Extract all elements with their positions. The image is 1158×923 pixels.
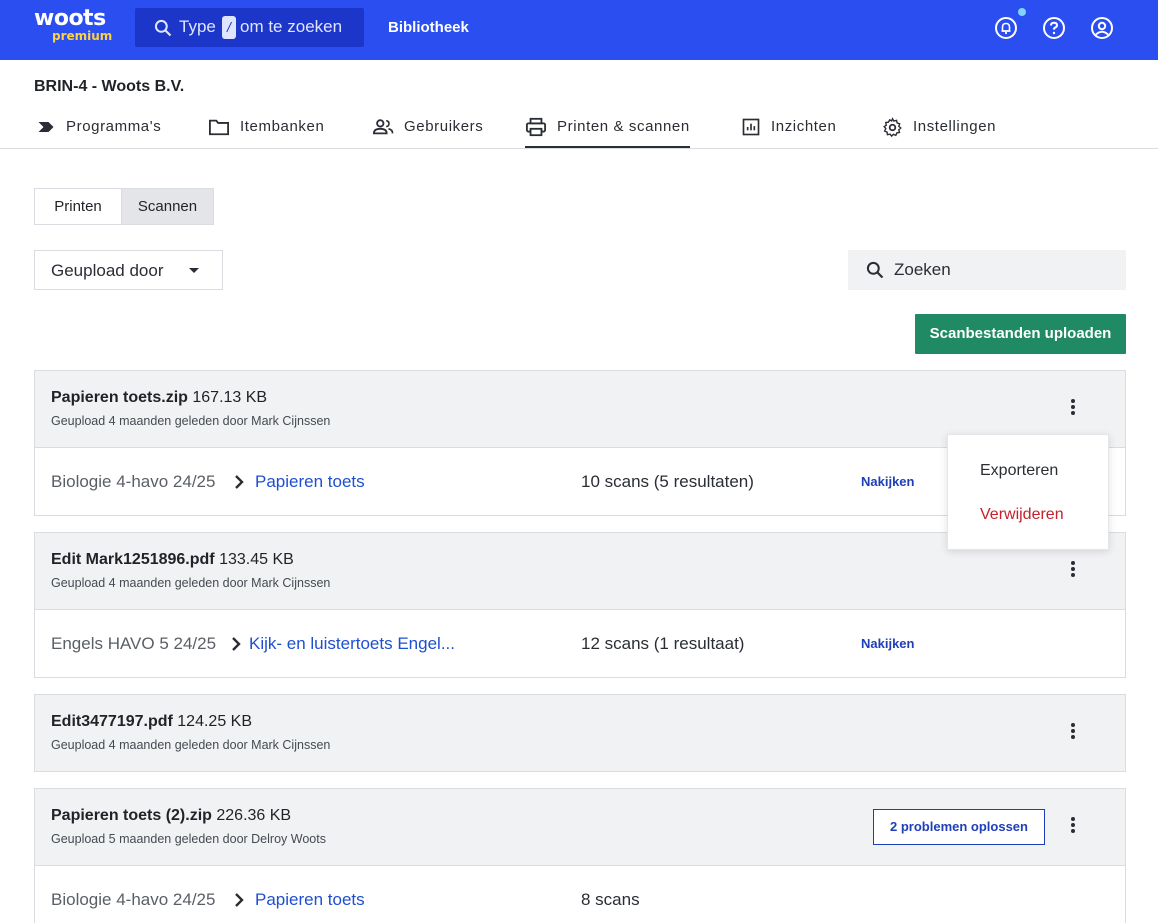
test-link[interactable]: Papieren toets — [255, 472, 365, 492]
file-size: 124.25 KB — [177, 713, 253, 730]
review-link[interactable]: Nakijken — [861, 636, 914, 651]
chart-icon — [742, 118, 760, 136]
tab-printen-scannen[interactable]: Printen & scannen — [525, 117, 690, 148]
account-icon[interactable] — [1090, 16, 1114, 40]
more-options-icon[interactable] — [1067, 559, 1079, 583]
chevron-right-icon — [235, 893, 244, 907]
search-prefix: Type — [179, 17, 216, 36]
notification-dot — [1018, 8, 1026, 16]
file-name: Papieren toets (2).zip — [51, 807, 212, 824]
search-shortcut-key: / — [222, 16, 236, 39]
course-name: Biologie 4-havo 24/25 — [51, 472, 216, 491]
file-title: Papieren toets.zip 167.13 KB — [51, 389, 267, 407]
tab-itembanken[interactable]: Itembanken — [208, 118, 324, 148]
course-name: Engels HAVO 5 24/25 — [51, 634, 217, 653]
file-title: Edit3477197.pdf 124.25 KB — [51, 713, 252, 731]
menu-item-delete[interactable]: Verwijderen — [980, 506, 1064, 524]
folder-icon — [209, 119, 229, 136]
tab-label: Inzichten — [771, 118, 837, 135]
upload-meta: Geupload 4 maanden geleden door Mark Cij… — [51, 576, 331, 590]
options-menu: Exporteren Verwijderen — [947, 434, 1109, 550]
search-placeholder: Zoeken — [894, 260, 951, 279]
file-name: Edit Mark1251896.pdf — [51, 551, 215, 568]
scan-count: 8 scans — [581, 890, 640, 909]
upload-result-row: Biologie 4-havo 24/25 Papieren toets 8 s… — [35, 865, 1125, 923]
organization-title: BRIN-4 - Woots B.V. — [34, 78, 185, 95]
scan-count: 10 scans (5 resultaten) — [581, 472, 754, 491]
search-suffix: om te zoeken — [240, 17, 343, 36]
more-options-icon[interactable] — [1067, 815, 1079, 839]
review-link[interactable]: Nakijken — [861, 474, 914, 489]
upload-meta: Geupload 5 maanden geleden door Delroy W… — [51, 832, 326, 846]
section-tabs: Programma's Itembanken Gebruikers Printe… — [0, 110, 1158, 149]
uploaded-by-filter[interactable]: Geupload door — [34, 250, 223, 290]
woots-logo[interactable]: woots premium — [34, 8, 112, 43]
upload-scans-button[interactable]: Scanbestanden uploaden — [915, 314, 1126, 354]
tab-programmas[interactable]: Programma's — [36, 118, 161, 148]
printer-icon — [526, 117, 546, 137]
upload-card-header: Papieren toets (2).zip 226.36 KB Geuploa… — [35, 789, 1125, 865]
filter-label: Geupload door — [51, 261, 164, 280]
more-options-icon[interactable] — [1067, 397, 1079, 421]
nav-library-link[interactable]: Bibliotheek — [388, 19, 469, 36]
logo-wordmark: woots — [34, 6, 106, 31]
tab-label: Printen & scannen — [557, 118, 690, 135]
upload-card: Edit Mark1251896.pdf 133.45 KB Geupload … — [34, 532, 1126, 678]
upload-result-row: Engels HAVO 5 24/25 Kijk- en luistertoet… — [35, 609, 1125, 677]
tab-gebruikers[interactable]: Gebruikers — [372, 118, 483, 148]
chevron-right-icon — [235, 475, 244, 489]
gear-icon — [883, 117, 902, 138]
more-options-icon[interactable] — [1067, 721, 1079, 745]
tab-label: Instellingen — [913, 118, 997, 135]
upload-card: Edit3477197.pdf 124.25 KB Geupload 4 maa… — [34, 694, 1126, 772]
upload-meta: Geupload 4 maanden geleden door Mark Cij… — [51, 738, 331, 752]
tag-icon — [38, 122, 54, 132]
tab-label: Itembanken — [240, 118, 325, 135]
file-size: 133.45 KB — [219, 551, 294, 568]
top-bar: woots premium Type / om te zoeken Biblio… — [0, 0, 1158, 60]
test-link[interactable]: Kijk- en luistertoets Engel... — [249, 634, 455, 654]
logo-tier: premium — [52, 29, 113, 43]
global-search[interactable]: Type / om te zoeken — [135, 8, 364, 47]
file-name: Papieren toets.zip — [51, 389, 188, 406]
upload-card: Papieren toets (2).zip 226.36 KB Geuploa… — [34, 788, 1126, 923]
notification-bell-icon[interactable] — [994, 16, 1018, 40]
file-name: Edit3477197.pdf — [51, 713, 173, 730]
tab-inzichten[interactable]: Inzichten — [741, 118, 836, 148]
toggle-printen[interactable]: Printen — [35, 189, 121, 224]
tab-label: Programma's — [66, 118, 162, 135]
chevron-right-icon — [232, 637, 241, 651]
file-title: Edit Mark1251896.pdf 133.45 KB — [51, 551, 294, 569]
upload-meta: Geupload 4 maanden geleden door Mark Cij… — [51, 414, 331, 428]
help-icon[interactable] — [1042, 16, 1066, 40]
tab-instellingen[interactable]: Instellingen — [882, 117, 997, 148]
menu-item-export[interactable]: Exporteren — [980, 462, 1058, 480]
search-input[interactable]: Zoeken — [848, 250, 1126, 290]
file-size: 167.13 KB — [192, 389, 268, 406]
file-title: Papieren toets (2).zip 226.36 KB — [51, 807, 291, 825]
course-name: Biologie 4-havo 24/25 — [51, 890, 216, 909]
caret-down-icon — [189, 268, 199, 273]
search-icon — [866, 261, 884, 279]
search-icon — [154, 19, 172, 37]
tab-label: Gebruikers — [404, 118, 484, 135]
toggle-scannen[interactable]: Scannen — [121, 189, 213, 224]
users-icon — [372, 119, 394, 135]
print-scan-toggle: Printen Scannen — [34, 188, 214, 225]
upload-card-header: Edit3477197.pdf 124.25 KB Geupload 4 maa… — [35, 695, 1125, 771]
scan-count: 12 scans (1 resultaat) — [581, 634, 745, 653]
test-link[interactable]: Papieren toets — [255, 890, 365, 910]
file-size: 226.36 KB — [216, 807, 292, 824]
resolve-problems-button[interactable]: 2 problemen oplossen — [873, 809, 1045, 845]
